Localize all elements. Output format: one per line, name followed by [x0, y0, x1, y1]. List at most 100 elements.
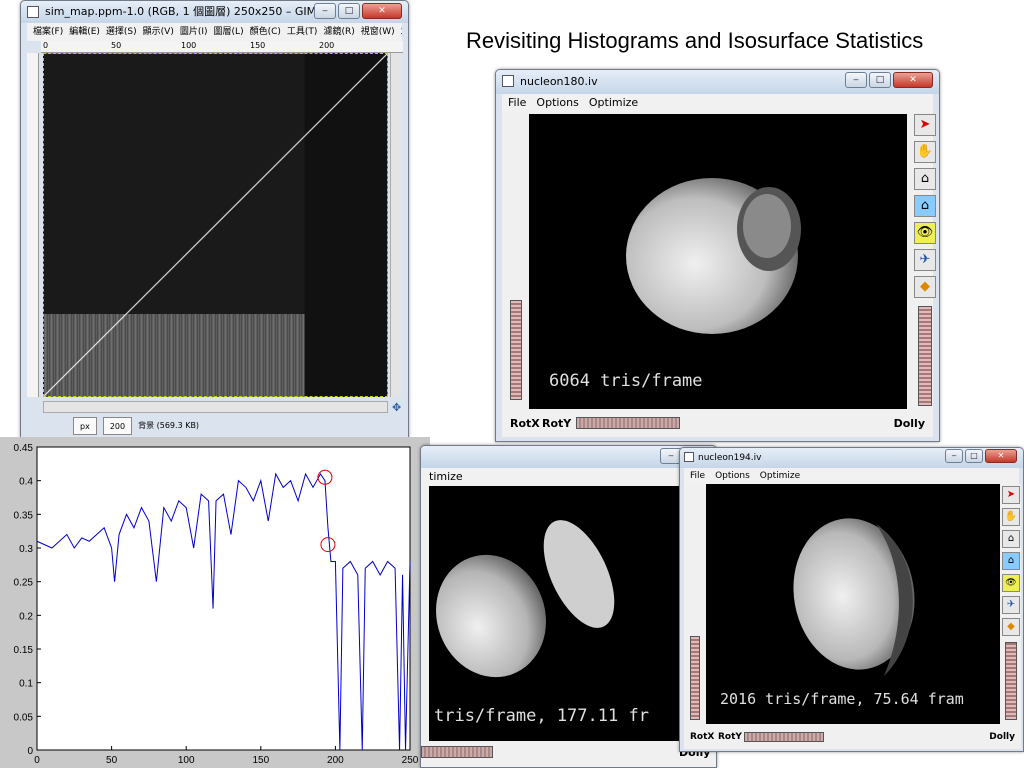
- menu-colors[interactable]: 顏色(C): [250, 23, 281, 41]
- hand-icon[interactable]: ✋: [914, 141, 936, 163]
- menu-optimize[interactable]: Optimize: [589, 94, 638, 112]
- minimize-button[interactable]: ‒: [314, 3, 336, 19]
- y-tick-label: 0.15: [14, 645, 34, 656]
- gimp-menubar: 檔案(F) 編輯(E) 選擇(S) 顯示(V) 圖片(I) 圖層(L) 顏色(C…: [27, 23, 402, 41]
- status-text: 背景 (569.3 KB): [138, 421, 200, 430]
- gimp-title: sim_map.ppm-1.0 (RGB, 1 個圖層) 250x250 – G…: [45, 5, 323, 18]
- maximize-button[interactable]: □: [338, 3, 360, 19]
- iv3-titlebar: nucleon194.iv ‒ □ ✕: [680, 448, 1023, 468]
- iv3-app-icon: [684, 452, 694, 462]
- pick-arrow-icon[interactable]: ➤: [914, 114, 936, 136]
- menu-select[interactable]: 選擇(S): [106, 23, 137, 41]
- home-icon[interactable]: ⌂: [1002, 530, 1020, 548]
- menu-file[interactable]: 檔案(F): [33, 23, 63, 41]
- ruler-tick-label: 0: [43, 41, 49, 50]
- vertical-ruler: [27, 53, 39, 397]
- iv1-window: nucleon180.iv ‒ □ ✕ File Options Optimize …: [495, 69, 940, 442]
- y-tick-label: 0.45: [14, 443, 34, 454]
- minimize-button[interactable]: ‒: [945, 449, 963, 463]
- left-thumbwheel[interactable]: [510, 300, 522, 400]
- view-all-icon[interactable]: 👁: [1002, 574, 1020, 592]
- menu-options[interactable]: Options: [536, 94, 578, 112]
- iv1-title: nucleon180.iv: [520, 75, 598, 88]
- view-all-icon[interactable]: 👁: [914, 222, 936, 244]
- iv1-tris-overlay: 6064 tris/frame: [549, 371, 703, 391]
- x-tick-label: 0: [34, 755, 40, 766]
- iv2-viewport[interactable]: tris/frame, 177.11 fr: [429, 486, 716, 741]
- menu-help[interactable]: 求: [401, 23, 402, 41]
- dolly-thumbwheel[interactable]: [918, 306, 932, 406]
- maximize-button[interactable]: □: [869, 72, 891, 88]
- gimp-app-icon: [27, 6, 39, 18]
- menu-file[interactable]: File: [690, 468, 705, 484]
- x-tick-label: 150: [252, 755, 269, 766]
- x-tick-label: 50: [106, 755, 118, 766]
- chart-panel: 0 50 100 150 200 250 0 0.05 0.1 0.15 0.2 0.25 0.3 0.3…: [0, 437, 430, 768]
- iv2-thumbwheel[interactable]: [421, 746, 493, 758]
- iv3-window: nucleon194.iv ‒ □ ✕ File Options Optimize …: [679, 447, 1024, 752]
- y-tick-label: 0: [27, 746, 33, 757]
- hand-icon[interactable]: ✋: [1002, 508, 1020, 526]
- iv1-viewport[interactable]: 6064 tris/frame: [529, 114, 907, 409]
- zoom-select[interactable]: 200: [102, 417, 133, 435]
- menu-view[interactable]: 顯示(V): [143, 23, 174, 41]
- slide-title: Revisiting Histograms and Isosurface Sta…: [466, 28, 924, 53]
- close-button[interactable]: ✕: [985, 449, 1017, 463]
- menu-file[interactable]: File: [508, 94, 526, 112]
- rotx-label: RotX: [690, 732, 715, 742]
- plot-area: [36, 446, 411, 751]
- menu-windows[interactable]: 視窗(W): [361, 23, 395, 41]
- horizontal-scrollbar[interactable]: [43, 401, 388, 413]
- menu-edit[interactable]: 編輯(E): [69, 23, 100, 41]
- y-tick-label: 0.25: [14, 578, 34, 589]
- x-tick-label: 250: [402, 755, 419, 766]
- menu-optimize[interactable]: Optimize: [760, 468, 800, 484]
- menu-tools[interactable]: 工具(T): [287, 23, 318, 41]
- dolly-label: Dolly: [989, 732, 1015, 742]
- menu-layer[interactable]: 圖層(L): [214, 23, 244, 41]
- y-tick-label: 0.1: [19, 679, 33, 690]
- seek-icon[interactable]: ✈: [1002, 596, 1020, 614]
- menu-options[interactable]: Options: [715, 468, 750, 484]
- set-home-icon[interactable]: ⌂: [914, 195, 936, 217]
- seek-icon[interactable]: ✈: [914, 249, 936, 271]
- similarity-map-canvas[interactable]: [43, 53, 388, 397]
- close-button[interactable]: ✕: [362, 3, 402, 19]
- set-home-icon[interactable]: ⌂: [1002, 552, 1020, 570]
- iv1-menubar: File Options Optimize: [502, 94, 933, 112]
- rotx-label: RotX: [510, 417, 540, 430]
- menu-image[interactable]: 圖片(I): [180, 23, 208, 41]
- projection-icon[interactable]: ◆: [1002, 618, 1020, 636]
- ruler-tick-label: 100: [181, 41, 197, 50]
- horizontal-ruler: 0 50 100 150 200: [41, 41, 403, 53]
- iv2-titlebar: ‒□: [421, 446, 716, 468]
- maximize-button[interactable]: □: [965, 449, 983, 463]
- ruler-tick-label: 50: [111, 41, 122, 50]
- iv3-menubar: File Options Optimize: [684, 468, 1019, 484]
- roty-label: RotY: [718, 732, 742, 742]
- roty-thumbwheel[interactable]: [744, 732, 824, 742]
- vertical-scrollbar[interactable]: [390, 53, 402, 397]
- ruler-tick-label: 200: [319, 41, 335, 50]
- roty-thumbwheel[interactable]: [576, 417, 680, 429]
- menu-filters[interactable]: 濾鏡(R): [323, 23, 354, 41]
- iv2-window: ‒□ timize tris/frame, 177.11 fr Dolly: [420, 445, 717, 768]
- unit-select[interactable]: px: [73, 417, 97, 435]
- navigate-icon[interactable]: ✥: [392, 401, 401, 414]
- nucleon-mesh-render: [626, 178, 801, 334]
- gimp-statusbar: px 200 背景 (569.3 KB): [73, 417, 199, 435]
- dolly-thumbwheel[interactable]: [1005, 642, 1017, 720]
- menu-optimize[interactable]: timize: [429, 468, 463, 486]
- left-thumbwheel[interactable]: [690, 636, 700, 720]
- iv3-viewport[interactable]: 2016 tris/frame, 75.64 fram: [706, 484, 1000, 724]
- iv1-app-icon: [502, 75, 514, 87]
- y-tick-label: 0.3: [19, 544, 33, 555]
- pick-arrow-icon[interactable]: ➤: [1002, 486, 1020, 504]
- projection-icon[interactable]: ◆: [914, 276, 936, 298]
- iv3-title: nucleon194.iv: [698, 453, 762, 463]
- split-nucleon-render: [436, 520, 615, 678]
- minimize-button[interactable]: ‒: [845, 72, 867, 88]
- close-button[interactable]: ✕: [893, 72, 933, 88]
- dolly-label: Dolly: [893, 417, 925, 430]
- home-icon[interactable]: ⌂: [914, 168, 936, 190]
